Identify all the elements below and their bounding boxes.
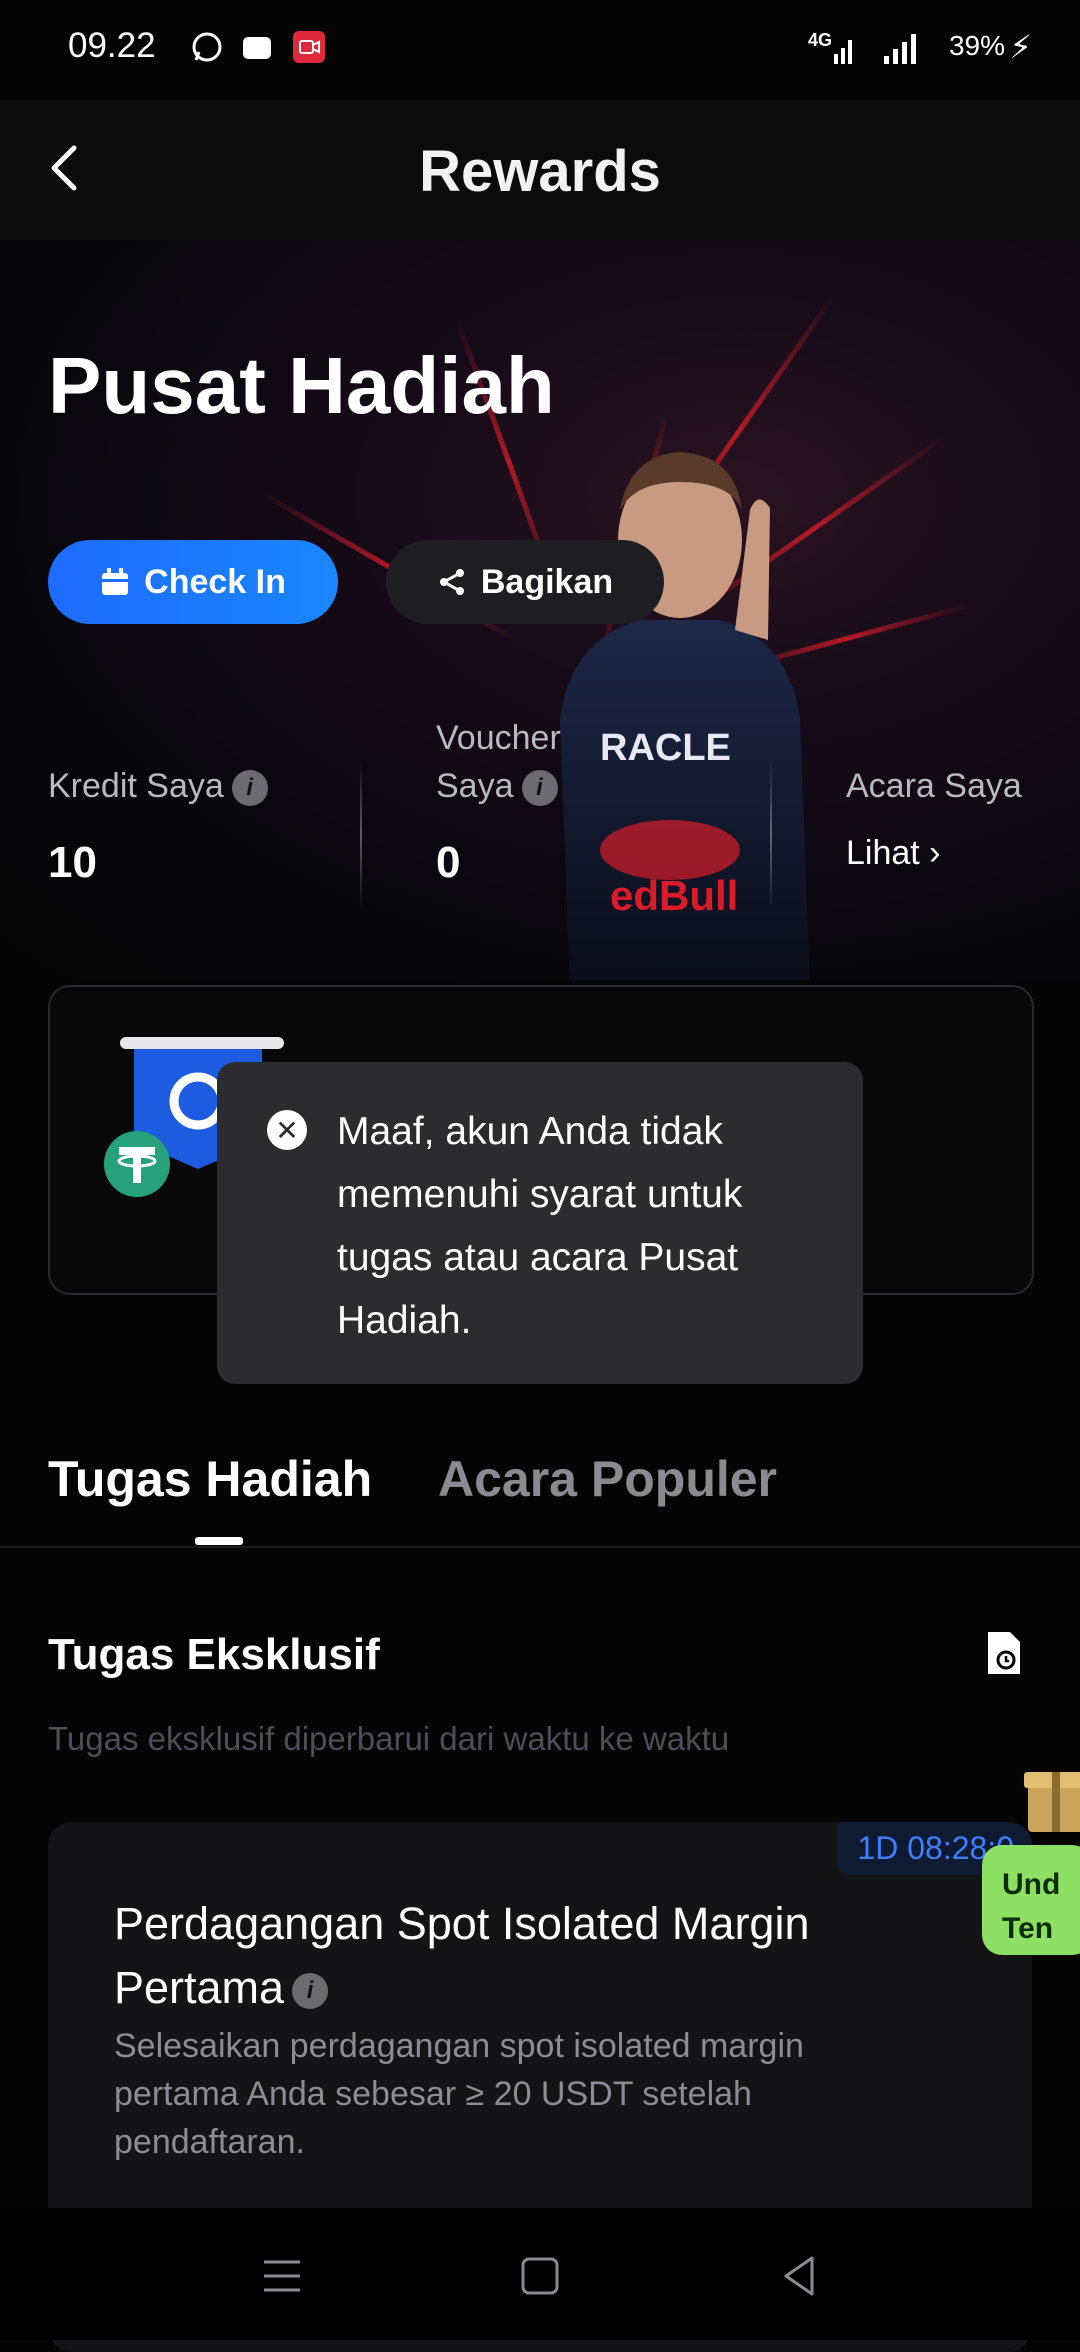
promo-text-line2: Ten <box>1002 1912 1054 1945</box>
error-toast: ✕ Maaf, akun Anda tidak memenuhi syarat … <box>217 1062 863 1384</box>
menu-nav-icon[interactable] <box>258 2252 306 2300</box>
floating-promo-button[interactable]: Und Ten <box>982 1845 1080 1955</box>
status-time: 09.22 <box>68 26 156 65</box>
hero-title: Pusat Hadiah <box>48 341 555 430</box>
chevron-right-icon: › <box>919 834 941 872</box>
voucher-label-line1: Voucher <box>436 719 561 757</box>
stat-divider <box>360 760 362 910</box>
signal-icon-2 <box>884 34 916 64</box>
promo-text-line1: Und <box>1002 1868 1061 1901</box>
credit-label: Kredit Saya i <box>48 762 268 810</box>
wallet-icon <box>243 37 271 59</box>
home-nav-icon[interactable] <box>516 2252 564 2300</box>
whatsapp-icon <box>192 32 222 62</box>
credit-stat: Kredit Saya i 10 <box>48 762 268 888</box>
view-events-link[interactable]: Lihat › <box>846 834 941 873</box>
credit-value: 10 <box>48 838 97 887</box>
tether-icon <box>104 1131 170 1197</box>
info-icon[interactable]: i <box>292 1973 329 2010</box>
section-subtitle: Tugas eksklusif diperbarui dari waktu ke… <box>48 1720 730 1757</box>
section-title: Tugas Eksklusif <box>48 1630 380 1679</box>
calendar-icon <box>102 568 129 595</box>
tab-reward-tasks[interactable]: Tugas Hadiah <box>48 1450 372 1508</box>
status-bar: 09.22 4G 39% ⚡ <box>0 0 1080 100</box>
tabs-divider <box>0 1546 1080 1548</box>
voucher-value: 0 <box>436 838 461 887</box>
system-nav-bar <box>0 2208 1080 2340</box>
events-label: Acara Saya <box>846 767 1022 805</box>
active-tab-indicator <box>195 1537 243 1545</box>
share-button[interactable]: Bagikan <box>386 540 664 624</box>
check-in-label: Check In <box>144 562 286 601</box>
network-type: 4G <box>808 30 833 50</box>
gift-icon <box>1024 1772 1080 1832</box>
charging-icon: ⚡ <box>1009 29 1032 65</box>
share-label: Bagikan <box>480 562 614 601</box>
app-header: Rewards <box>0 100 1080 241</box>
document-icon[interactable] <box>984 1630 1024 1676</box>
check-in-button[interactable]: Check In <box>48 540 338 624</box>
svg-text:RACLE: RACLE <box>600 727 731 769</box>
screen-record-icon <box>293 31 325 63</box>
share-icon <box>439 569 464 595</box>
info-icon[interactable]: i <box>521 770 558 807</box>
info-icon[interactable]: i <box>231 770 268 807</box>
back-nav-icon[interactable] <box>776 2252 824 2300</box>
driver-illustration: RACLE edBull <box>560 452 810 980</box>
tab-popular-events[interactable]: Acara Populer <box>438 1450 777 1508</box>
svg-text:edBull: edBull <box>610 872 738 919</box>
battery-level: 39% <box>948 30 1005 61</box>
page-title: Rewards <box>419 139 661 204</box>
task-description: Selesaikan perdagangan spot isolated mar… <box>114 2027 804 2161</box>
close-circle-icon: ✕ <box>267 1110 307 1150</box>
voucher-label: Saya i <box>436 762 561 810</box>
voucher-stat: Voucher Saya i 0 <box>436 714 561 888</box>
rewards-hero: RACLE edBull Pusat Hadiah Check In Bagik… <box>0 240 1080 980</box>
stat-divider <box>770 760 772 910</box>
events-stat: Acara Saya Lihat › <box>846 762 1022 872</box>
toast-message: Maaf, akun Anda tidak memenuhi syarat un… <box>337 1110 743 1342</box>
task-title: Perdagangan Spot Isolated Margin Pertama… <box>114 1898 810 2013</box>
signal-icon-1 <box>834 40 852 64</box>
